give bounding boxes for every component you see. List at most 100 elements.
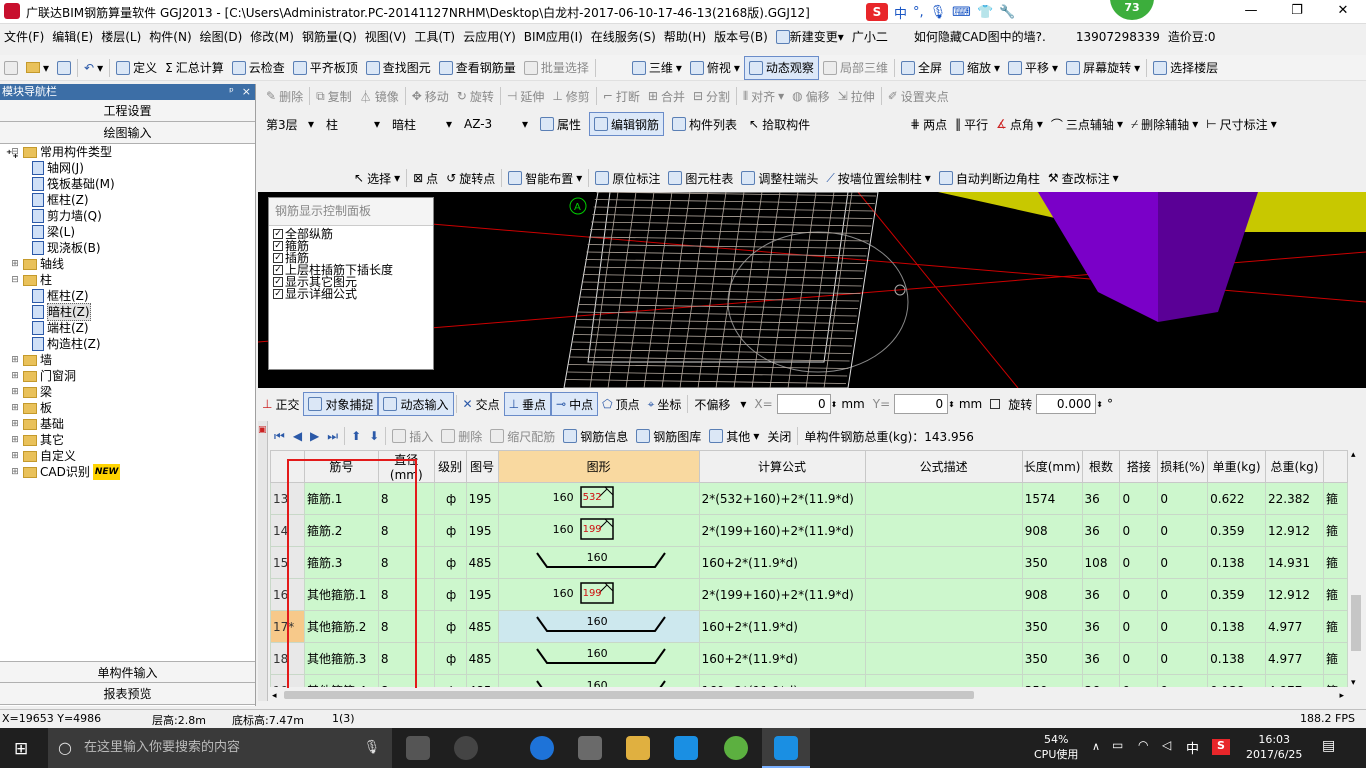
cell-formula[interactable]: 160+2*(11.9*d) <box>698 642 866 675</box>
file-explorer-icon[interactable] <box>626 736 650 760</box>
cpu-meter[interactable]: 54% CPU使用 <box>1034 732 1078 762</box>
menu-modify[interactable]: 修改(M) <box>246 25 298 49</box>
tree-item[interactable]: 框柱(Z) <box>0 192 254 208</box>
collapse-icon[interactable]: ⊟ <box>10 144 20 160</box>
3d-button[interactable]: 三维 ▾ <box>628 56 686 80</box>
vertex-button[interactable]: ⬠ 顶点 <box>598 392 643 416</box>
cell-formula[interactable]: 160+2*(11.9*d) <box>698 610 866 643</box>
cell-grade[interactable]: ф <box>433 610 467 643</box>
tree-item[interactable]: ⊟ 常用构件类型 <box>0 144 254 160</box>
menu-help[interactable]: 帮助(H) <box>660 25 710 49</box>
top-view-button[interactable]: 俯视 ▾ <box>686 56 744 80</box>
edge-browser-icon[interactable] <box>530 736 554 760</box>
fullscreen-button[interactable]: 全屏 <box>897 56 946 80</box>
menu-edit[interactable]: 编辑(E) <box>48 25 97 49</box>
windows-start-icon[interactable]: ⊞ <box>14 739 28 759</box>
two-point-axis-button[interactable]: ⋕ 两点 <box>906 112 951 136</box>
expand-icon[interactable]: ⊞ <box>10 416 20 432</box>
pick-component-button[interactable]: ↖ 拾取构件 <box>745 112 814 136</box>
keyboard-icon[interactable]: ⌨ <box>952 5 971 20</box>
rotate-point-button[interactable]: ↺ 旋转点 <box>442 166 499 190</box>
cell-unit_w[interactable]: 0.359 <box>1207 578 1267 611</box>
cell-desc[interactable] <box>864 482 1023 515</box>
rebar-shape-cell[interactable]: 160 <box>497 674 700 687</box>
menu-rebar[interactable]: 钢筋量(Q) <box>298 25 361 49</box>
delete-row-button[interactable]: 删除 <box>437 424 486 448</box>
glodon-app-icon[interactable] <box>674 736 698 760</box>
other-menu-button[interactable]: 其他 ▾ <box>705 424 763 448</box>
column-header[interactable]: 单重(kg) <box>1207 450 1267 483</box>
checkbox-show-formula[interactable]: ✓ 显示详细公式 <box>269 288 433 300</box>
cell-count[interactable]: 36 <box>1081 610 1121 643</box>
cell-count[interactable]: 36 <box>1081 482 1121 515</box>
report-preview-button[interactable]: 报表预览 <box>0 683 255 705</box>
menu-beans[interactable]: 造价豆:0 <box>1164 25 1220 49</box>
cell-loss[interactable]: 0 <box>1157 482 1209 515</box>
cell-lap[interactable]: 0 <box>1119 482 1159 515</box>
scroll-right-icon[interactable]: ▸ <box>1339 691 1344 701</box>
column-header[interactable]: 总重(kg) <box>1265 450 1324 483</box>
app-spiral-icon[interactable] <box>454 736 478 760</box>
cell-loss[interactable]: 0 <box>1157 674 1209 687</box>
cell-grade[interactable]: ф <box>433 674 467 687</box>
punctuation-icon[interactable]: °, <box>913 5 924 20</box>
minimize-button[interactable]: — <box>1228 0 1274 24</box>
vertical-scrollbar[interactable]: ▴ ▾ <box>1348 450 1364 688</box>
rebar-library-button[interactable]: 钢筋图库 <box>632 424 705 448</box>
draw-by-wall-button[interactable]: ⟋ 按墙位置绘制柱 ▾ <box>822 166 934 190</box>
table-row[interactable]: 14 箍筋.2 8 ф 195 160 199 2*(199+160)+2*(11.9*d) 9… <box>270 514 1348 547</box>
cell-loss[interactable]: 0 <box>1157 642 1209 675</box>
auto-corner-button[interactable]: 自动判断边角柱 <box>935 166 1044 190</box>
cell-lap[interactable]: 0 <box>1119 546 1159 579</box>
cell-loss[interactable]: 0 <box>1157 546 1209 579</box>
skin-icon[interactable]: 👕 <box>977 5 993 20</box>
cell-grade[interactable]: ф <box>433 514 467 547</box>
align-slab-top-button[interactable]: 平齐板顶 <box>289 56 362 80</box>
ime-mode-label[interactable]: 中 <box>894 3 907 22</box>
cell-grade[interactable]: ф <box>433 482 467 515</box>
edit-annotation-button[interactable]: ⚒ 查改标注 ▾ <box>1044 166 1123 190</box>
maximize-button[interactable]: ❐ <box>1274 0 1320 24</box>
tree-item[interactable]: 构造柱(Z) <box>0 336 254 352</box>
expand-icon[interactable]: ⊞ <box>10 432 20 448</box>
menu-online[interactable]: 在线服务(S) <box>587 25 660 49</box>
microphone-icon[interactable]: 🎙 <box>363 728 380 768</box>
cell-formula[interactable]: 2*(532+160)+2*(11.9*d) <box>698 482 866 515</box>
cell-lap[interactable]: 0 <box>1119 578 1159 611</box>
tree-item[interactable]: ⊞ CAD识别 NEW <box>0 464 254 480</box>
menu-new-change[interactable]: 新建变更 ▾ <box>772 25 848 49</box>
tray-ime[interactable]: 中 <box>1186 738 1199 757</box>
tree-item[interactable]: ⊞ 门窗洞 <box>0 368 254 384</box>
zoom-button[interactable]: 缩放 ▾ <box>946 56 1004 80</box>
menu-view[interactable]: 视图(V) <box>361 25 411 49</box>
cell-desc[interactable] <box>864 674 1023 687</box>
select-button[interactable]: ↖ 选择 ▾ <box>350 166 404 190</box>
cell-count[interactable]: 108 <box>1081 546 1121 579</box>
three-point-axis-button[interactable]: ⌒ 三点辅轴 ▾ <box>1047 112 1127 136</box>
adjust-column-end-button[interactable]: 调整柱端头 <box>737 166 822 190</box>
scale-rebar-button[interactable]: 缩尺配筋 <box>486 424 559 448</box>
summary-calc-button[interactable]: Σ 汇总计算 <box>161 56 228 80</box>
stretch-button[interactable]: ⇲ 拉伸 <box>834 84 879 108</box>
taskbar-search[interactable]: ○ 在这里输入你要搜索的内容 🎙 <box>48 728 392 768</box>
tree-item[interactable]: 轴网(J) <box>0 160 254 176</box>
cell-total_w[interactable]: 4.977 <box>1265 674 1324 687</box>
delete-button[interactable]: ✎ 删除 <box>262 84 307 108</box>
expand-icon[interactable]: ⊞ <box>10 464 20 480</box>
cell-formula[interactable]: 2*(199+160)+2*(11.9*d) <box>698 514 866 547</box>
edit-rebar-button[interactable]: 编辑钢筋 <box>589 112 665 136</box>
tree-item[interactable]: 暗柱(Z) <box>0 303 254 321</box>
ime-toolbar[interactable]: S 中 °, 🎙 ⌨ 👕 🔧 <box>866 2 1015 22</box>
tree-item[interactable]: 框柱(Z) <box>0 288 254 304</box>
extend-button[interactable]: ⊣ 延伸 <box>503 84 548 108</box>
next-record-button[interactable]: ▶ <box>306 424 323 448</box>
cell-grade[interactable]: ф <box>433 578 467 611</box>
scroll-left-icon[interactable]: ◂ <box>272 691 277 701</box>
column-header[interactable]: 根数 <box>1081 450 1121 483</box>
cell-desc[interactable] <box>864 642 1023 675</box>
cell-desc[interactable] <box>864 610 1023 643</box>
close-button[interactable]: ✕ <box>1320 0 1366 24</box>
cell-len[interactable]: 908 <box>1021 578 1083 611</box>
point-angle-button[interactable]: ∡ 点角 ▾ <box>992 112 1047 136</box>
last-record-button[interactable]: ⏭ <box>323 424 342 448</box>
